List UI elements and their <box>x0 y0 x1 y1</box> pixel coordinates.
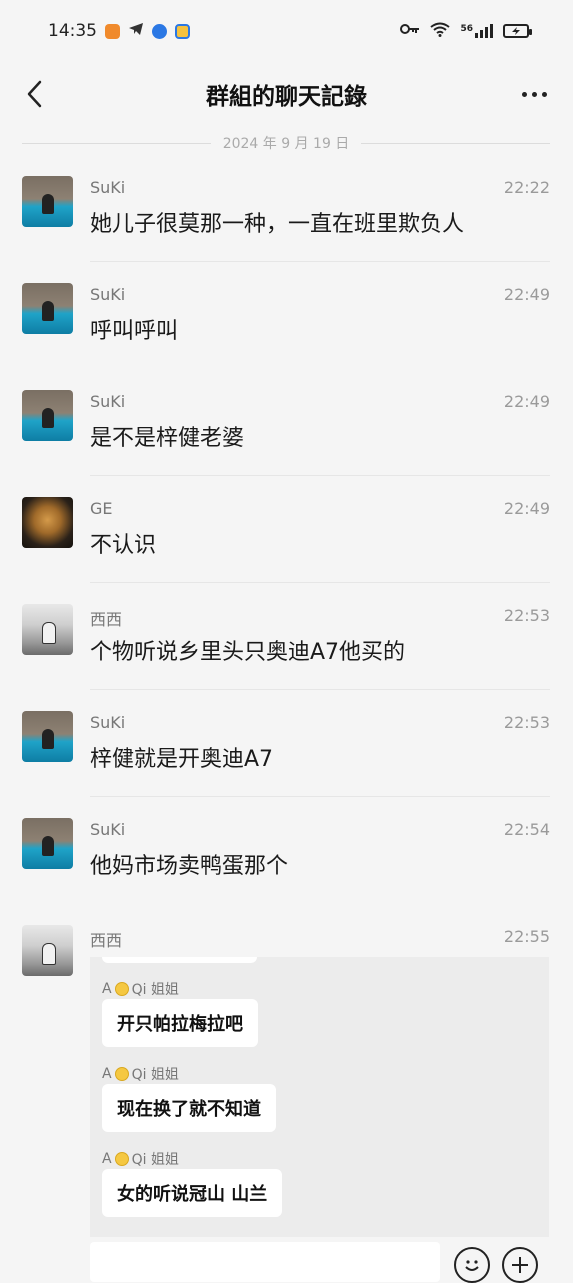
avatar[interactable] <box>22 283 73 334</box>
avatar[interactable] <box>22 176 73 227</box>
sender-prefix: A <box>102 1066 112 1082</box>
weather-icon <box>175 23 190 39</box>
signal-icon: 56 <box>460 24 493 38</box>
sender-prefix: A <box>102 1151 112 1167</box>
quoted-message: 开只帕拉梅拉吧 <box>102 999 258 1047</box>
sender-name: 西西 <box>90 931 123 950</box>
chevron-left-icon <box>27 80 42 108</box>
message-text: 个物听说乡里头只奥迪A7他买的 <box>90 640 406 665</box>
message-time: 22:53 <box>503 606 550 625</box>
avatar[interactable] <box>22 390 73 441</box>
message-item[interactable]: SuKi 22:53 梓健就是开奥迪A7 <box>22 703 550 810</box>
message-item[interactable]: GE 22:49 不认识 <box>22 489 550 596</box>
status-time: 14:35 <box>48 21 97 41</box>
message-item[interactable]: 西西 22:55 <box>22 917 550 976</box>
plus-icon <box>512 1257 528 1273</box>
plus-button[interactable] <box>502 1247 538 1283</box>
quoted-sender: A Qi 姐姐 <box>102 1064 179 1084</box>
sender-name: GE <box>90 499 113 518</box>
quoted-bubble-partial <box>102 957 257 963</box>
divider <box>22 142 211 144</box>
divider <box>90 582 550 583</box>
message-time: 22:54 <box>503 820 550 839</box>
avatar[interactable] <box>22 818 73 869</box>
quoted-message: 现在换了就不知道 <box>102 1084 276 1132</box>
quoted-message: 女的听说冠山 山兰 <box>102 1169 283 1217</box>
message-item[interactable]: SuKi 22:22 她儿子很莫那一种，一直在班里欺负人 <box>22 168 550 275</box>
avatar[interactable] <box>22 604 73 655</box>
battery-icon <box>503 24 532 38</box>
smiley-icon <box>114 982 129 996</box>
avatar[interactable] <box>22 497 73 548</box>
emoji-icon <box>465 1260 479 1271</box>
nav-bar: 群組的聊天記錄 <box>0 62 573 126</box>
message-time: 22:55 <box>503 927 550 946</box>
telegram-icon <box>128 21 144 41</box>
message-item[interactable]: SuKi 22:49 是不是梓健老婆 <box>22 382 550 489</box>
quoted-sender: A Qi 姐姐 <box>102 979 179 999</box>
divider <box>90 796 550 797</box>
avatar[interactable] <box>22 711 73 762</box>
message-time: 22:22 <box>503 178 550 197</box>
smiley-icon <box>114 1152 129 1166</box>
message-item[interactable]: SuKi 22:49 呼叫呼叫 <box>22 275 550 382</box>
smiley-icon <box>114 1067 129 1081</box>
sender-name: Qi 姐姐 <box>131 982 179 998</box>
message-time: 22:53 <box>503 713 550 732</box>
page-title: 群組的聊天記錄 <box>206 84 367 110</box>
message-item[interactable]: SuKi 22:54 他妈市场卖鸭蛋那个 <box>22 810 550 917</box>
message-time: 22:49 <box>503 285 550 304</box>
sender-name: SuKi <box>90 713 126 732</box>
message-text: 呼叫呼叫 <box>90 319 179 344</box>
divider <box>90 475 550 476</box>
sender-name: SuKi <box>90 178 126 197</box>
sender-name: 西西 <box>90 610 123 629</box>
emoji-button[interactable] <box>454 1247 490 1283</box>
message-time: 22:49 <box>503 499 550 518</box>
status-left: 14:35 <box>48 21 190 41</box>
message-input[interactable] <box>90 1242 440 1282</box>
sender-name: Qi 姐姐 <box>131 1067 179 1083</box>
more-options-button[interactable] <box>517 80 551 108</box>
browser-icon <box>152 23 167 39</box>
divider <box>90 261 550 262</box>
wifi-icon <box>430 22 451 41</box>
message-text: 他妈市场卖鸭蛋那个 <box>90 854 289 879</box>
message-item[interactable]: 西西 22:53 个物听说乡里头只奥迪A7他买的 <box>22 596 550 703</box>
sender-name: Qi 姐姐 <box>131 1152 179 1168</box>
status-right: 56 <box>400 22 532 41</box>
quoted-sender: A Qi 姐姐 <box>102 1149 179 1169</box>
date-separator: 2024 年 9 月 19 日 <box>22 132 551 154</box>
back-button[interactable] <box>16 74 52 114</box>
network-type-label: 56 <box>460 24 473 34</box>
sender-name: SuKi <box>90 285 126 304</box>
avatar[interactable] <box>22 925 73 976</box>
more-dots-icon <box>521 91 527 97</box>
key-icon <box>400 23 420 39</box>
message-text: 是不是梓健老婆 <box>90 426 245 451</box>
sender-prefix: A <box>102 981 112 997</box>
message-time: 22:49 <box>503 392 550 411</box>
date-label: 2024 年 9 月 19 日 <box>222 136 350 152</box>
sender-name: SuKi <box>90 820 126 839</box>
message-text: 她儿子很莫那一种，一直在班里欺负人 <box>90 212 465 237</box>
divider <box>361 142 551 144</box>
status-bar: 14:35 56 <box>0 0 573 62</box>
divider <box>90 689 550 690</box>
sender-name: SuKi <box>90 392 126 411</box>
app-notification-icon <box>105 23 120 39</box>
message-text: 不认识 <box>90 533 157 558</box>
message-text: 梓健就是开奥迪A7 <box>90 747 274 772</box>
forwarded-chat-image[interactable]: A Qi 姐姐 开只帕拉梅拉吧 A Qi 姐姐 现在换了就不知道 A Qi 姐姐… <box>90 957 549 1237</box>
